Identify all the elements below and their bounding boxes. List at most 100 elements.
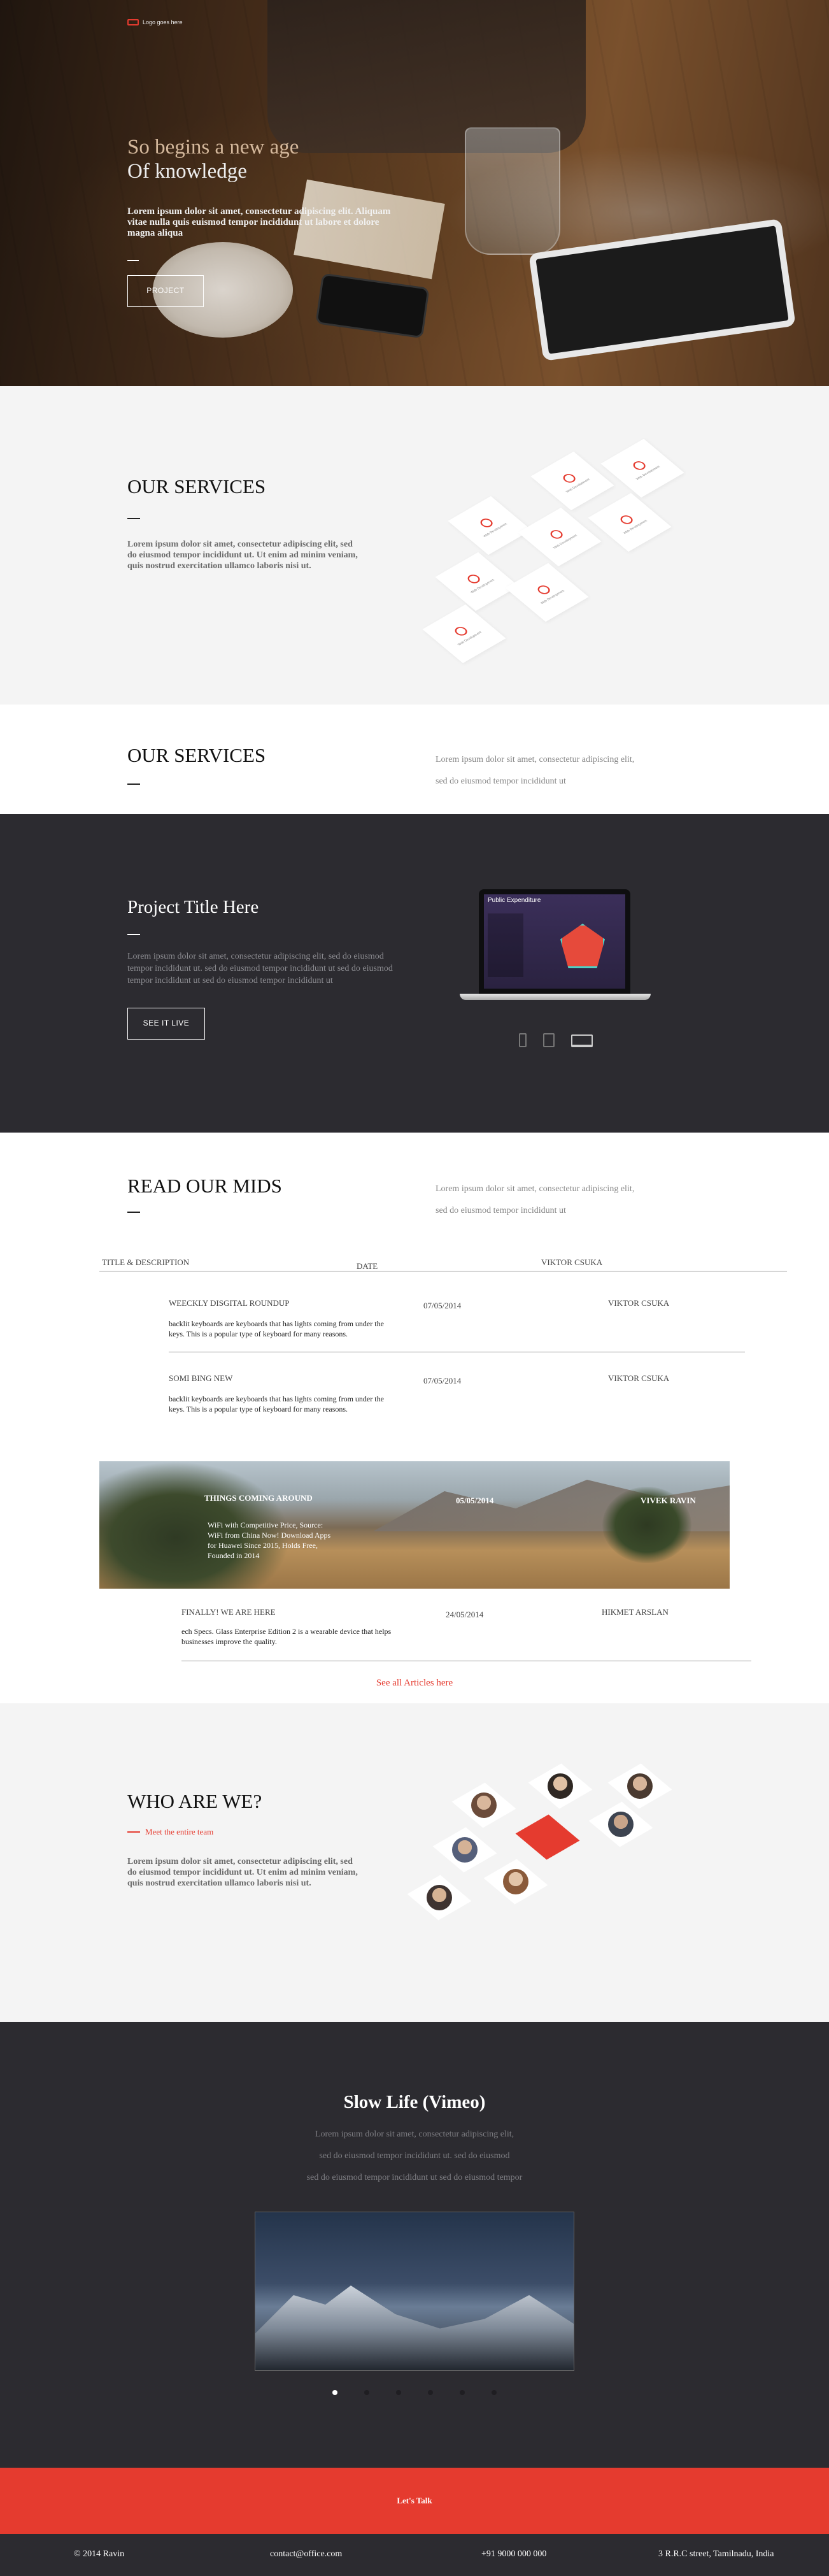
target-icon xyxy=(618,513,635,526)
mids-section: READ OUR MIDS Lorem ipsum dolor sit amet… xyxy=(0,1133,829,1703)
services-tiles: Web Development Web Development Web Deve… xyxy=(407,437,700,666)
chart-icon xyxy=(452,625,470,638)
team-member[interactable] xyxy=(607,1763,672,1809)
cube-icon xyxy=(548,528,565,541)
footer-address: 3 R.R.C street, Tamilnadu, India xyxy=(658,2549,774,2559)
services-title-divider xyxy=(127,518,140,519)
header-author: VIKTOR CSUKA xyxy=(541,1257,603,1267)
avatar xyxy=(627,1773,653,1799)
see-it-live-button[interactable]: SEE IT LIVE xyxy=(127,1008,205,1040)
footer-email[interactable]: contact@office.com xyxy=(270,2549,342,2559)
article-description: backlit keyboards are keyboards that has… xyxy=(169,1394,384,1413)
location-icon xyxy=(535,583,553,596)
service-tile[interactable]: Web Development xyxy=(505,562,589,622)
services-intro-divider xyxy=(127,784,140,785)
team-member[interactable] xyxy=(432,1827,497,1873)
hero-title: So begins a new age Of knowledge xyxy=(127,135,299,183)
lets-talk-link[interactable]: Let's Talk xyxy=(397,2496,432,2506)
article-title: WEECKLY DISGITAL ROUNDUP xyxy=(169,1298,290,1308)
logo[interactable]: Logo goes here xyxy=(127,19,183,25)
article-description: ech Specs. Glass Enterprise Edition 2 is… xyxy=(181,1627,392,1646)
video-copy: Lorem ipsum dolor sit amet, consectetur … xyxy=(0,2124,829,2189)
article-title: FINALLY! WE ARE HERE xyxy=(181,1607,276,1617)
article-author: VIKTOR CSUKA xyxy=(608,1373,670,1383)
carousel-dot[interactable] xyxy=(332,2390,337,2395)
phone-icon[interactable] xyxy=(519,1033,527,1047)
service-tile[interactable]: Web Development xyxy=(530,451,614,511)
radar-chart-graphic xyxy=(560,924,605,968)
video-copy-line2: sed do eiusmod tempor incididunt ut. sed… xyxy=(319,2151,510,2161)
carousel-dot[interactable] xyxy=(460,2390,465,2395)
clock-icon xyxy=(630,459,648,472)
hero-section: Logo goes here So begins a new age Of kn… xyxy=(0,0,829,386)
gear-icon xyxy=(478,517,495,529)
project-title: Project Title Here xyxy=(127,897,259,917)
video-section: Slow Life (Vimeo) Lorem ipsum dolor sit … xyxy=(0,2022,829,2468)
device-switcher xyxy=(519,1033,593,1047)
article-author: HIKMET ARSLAN xyxy=(602,1607,669,1617)
service-tile[interactable]: Web Development xyxy=(422,604,506,664)
laptop-icon[interactable] xyxy=(571,1034,593,1047)
tablet-icon[interactable] xyxy=(543,1033,555,1047)
table-row[interactable]: SOMI BING NEW 07/05/2014 VIKTOR CSUKA ba… xyxy=(169,1373,745,1431)
services-intro-line2: sed do eiusmod tempor incididunt ut xyxy=(436,776,566,786)
team-highlight-tile xyxy=(515,1814,580,1860)
featured-article[interactable]: THINGS COMING AROUND 05/05/2014 VIVEK RA… xyxy=(99,1461,730,1589)
articles-table-header: TITLE & DESCRIPTION DATE VIKTOR CSUKA xyxy=(99,1254,787,1271)
service-tile[interactable]: Web Development xyxy=(600,438,684,498)
project-button[interactable]: PROJECT xyxy=(127,275,204,307)
services-body: Lorem ipsum dolor sit amet, consectetur … xyxy=(127,540,358,571)
featured-author: VIVEK RAVIN xyxy=(641,1496,696,1505)
table-row[interactable]: WEECKLY DISGITAL ROUNDUP 07/05/2014 VIKT… xyxy=(169,1298,745,1356)
table-row[interactable]: FINALLY! WE ARE HERE 24/05/2014 HIKMET A… xyxy=(181,1607,751,1664)
project-title-divider xyxy=(127,934,140,935)
service-tile[interactable]: Web Development xyxy=(435,552,519,612)
team-member[interactable] xyxy=(528,1763,593,1809)
carousel-dot[interactable] xyxy=(396,2390,401,2395)
mids-copy-line1: Lorem ipsum dolor sit amet, consectetur … xyxy=(436,1184,635,1194)
video-copy-line1: Lorem ipsum dolor sit amet, consectetur … xyxy=(315,2129,514,2139)
featured-description: WiFi with Competitive Price, Source: WiF… xyxy=(208,1521,331,1560)
services-intro-line1: Lorem ipsum dolor sit amet, consectetur … xyxy=(436,755,635,764)
video-player[interactable] xyxy=(255,2212,574,2371)
carousel-dot[interactable] xyxy=(492,2390,497,2395)
see-all-articles-link[interactable]: See all Articles here xyxy=(0,1678,829,1689)
team-member[interactable] xyxy=(483,1859,548,1905)
hero-lead: Lorem ipsum dolor sit amet, consectetur … xyxy=(127,206,391,238)
team-grid xyxy=(382,1763,688,1958)
laptop-mockup: Public Expenditure xyxy=(460,889,651,1006)
laptop-screen: Public Expenditure xyxy=(479,889,630,994)
article-date: 07/05/2014 xyxy=(423,1376,462,1385)
team-member[interactable] xyxy=(588,1801,653,1847)
service-tile[interactable]: Web Development xyxy=(448,496,532,555)
hero-title-line2: Of knowledge xyxy=(127,160,247,183)
article-description: backlit keyboards are keyboards that has… xyxy=(169,1319,384,1338)
featured-date: 05/05/2014 xyxy=(456,1496,494,1505)
footer-phone: +91 9000 000 000 xyxy=(481,2549,547,2559)
footer: © 2014 Ravin contact@office.com +91 9000… xyxy=(0,2534,829,2576)
carousel-dot[interactable] xyxy=(428,2390,433,2395)
hero-divider xyxy=(127,260,139,261)
cta-band: Let's Talk xyxy=(0,2468,829,2534)
services-intro-title: OUR SERVICES xyxy=(127,744,266,766)
laptop-screen-title: Public Expenditure xyxy=(488,897,541,904)
header-date: DATE xyxy=(357,1261,378,1271)
avatar xyxy=(608,1812,634,1837)
logo-icon xyxy=(127,19,139,25)
avatar xyxy=(548,1773,573,1799)
meet-team-link[interactable]: Meet the entire team xyxy=(127,1827,213,1837)
team-member[interactable] xyxy=(407,1875,472,1921)
hero-title-line1: So begins a new age xyxy=(127,136,299,159)
laptop-screen-content: Public Expenditure xyxy=(484,894,625,989)
who-title: WHO ARE WE? xyxy=(127,1790,262,1812)
project-section: Project Title Here Lorem ipsum dolor sit… xyxy=(0,814,829,1133)
carousel-dot[interactable] xyxy=(364,2390,369,2395)
logo-text: Logo goes here xyxy=(143,19,183,25)
who-body: Lorem ipsum dolor sit amet, consectetur … xyxy=(127,1857,358,1888)
laptop-screen-sidebar xyxy=(488,913,523,977)
service-tile[interactable]: Web Development xyxy=(588,492,672,552)
avatar xyxy=(471,1792,497,1818)
team-member[interactable] xyxy=(451,1782,516,1828)
services-section: OUR SERVICES Lorem ipsum dolor sit amet,… xyxy=(0,386,829,705)
mids-copy-line2: sed do eiusmod tempor incididunt ut xyxy=(436,1206,566,1215)
